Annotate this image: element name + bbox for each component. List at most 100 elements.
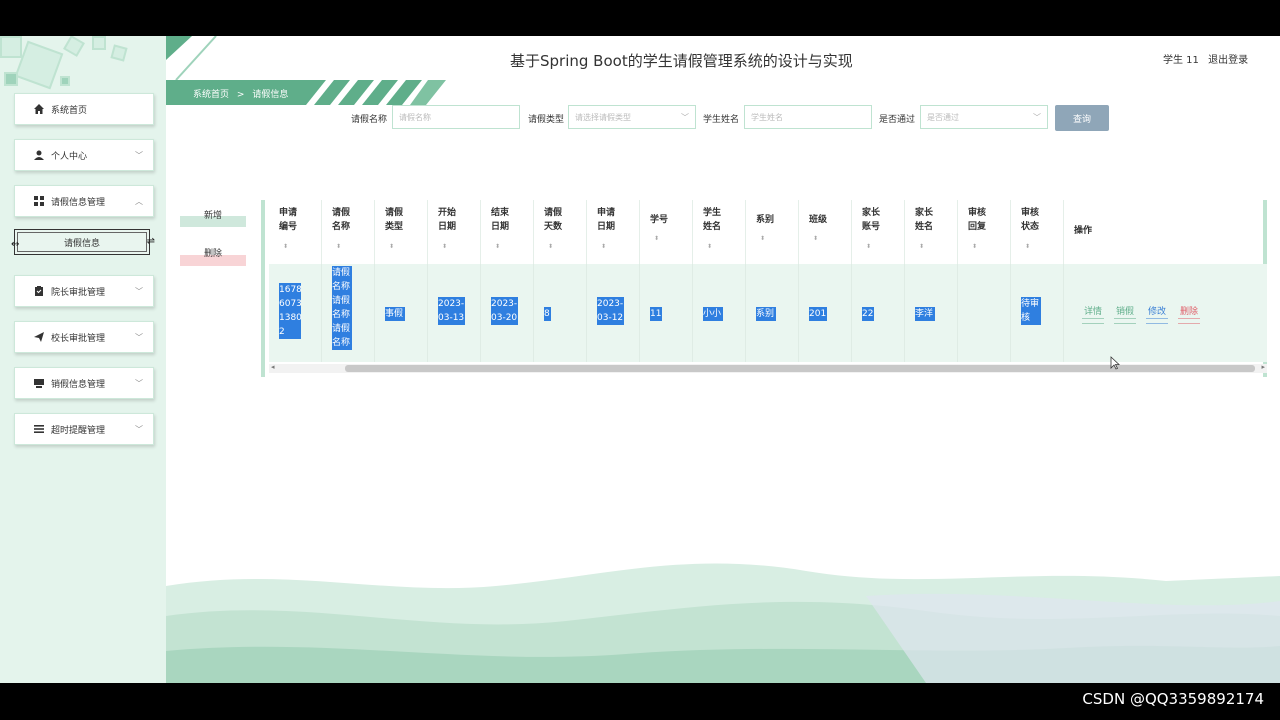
sidebar: 系统首页 个人中心 ﹀ 请假信息管理 ︿ ↔ 请假信息 ⇌ 院长审批管理 ﹀ 校…: [0, 36, 166, 683]
sort-icon[interactable]: ⬍: [548, 240, 553, 254]
sort-icon[interactable]: ⬍: [654, 232, 659, 246]
delete-row-button[interactable]: 删除: [1177, 304, 1201, 324]
col-header[interactable]: 学生 姓名 ⬍: [693, 200, 746, 264]
cell-parent-account: 22: [852, 264, 905, 362]
cell-text: 请假: [332, 324, 351, 334]
sidebar-item-leave-info[interactable]: 请假信息管理 ︿: [14, 185, 154, 217]
cell-text: 2023-: [438, 299, 465, 309]
cell-text: 2023-: [597, 299, 624, 309]
cell-status: 待审 核: [1011, 264, 1064, 362]
sort-icon[interactable]: ⬍: [283, 240, 288, 254]
decoration: [110, 44, 128, 62]
clipboard-icon: [33, 285, 45, 297]
cell-text: 2023-: [491, 299, 518, 309]
query-button[interactable]: 查询: [1055, 105, 1109, 131]
detail-button[interactable]: 详情: [1081, 304, 1105, 324]
col-header: 操作: [1064, 200, 1267, 264]
add-button[interactable]: 新增: [180, 211, 246, 227]
col-header[interactable]: 系别 ⬍: [746, 200, 799, 264]
col-header[interactable]: 请假 名称 ⬍: [322, 200, 375, 264]
col-header[interactable]: 家长 账号 ⬍: [852, 200, 905, 264]
sidebar-item-dean-approval[interactable]: 院长审批管理 ﹀: [14, 275, 154, 307]
sort-icon[interactable]: ⬍: [972, 240, 977, 254]
sort-icon[interactable]: ⬍: [813, 232, 818, 246]
cell-days: 8: [534, 264, 587, 362]
cell-text: 1380: [279, 313, 302, 323]
sidebar-item-label: 销假信息管理: [51, 379, 106, 390]
pass-select[interactable]: 是否通过 ﹀: [920, 105, 1048, 129]
sort-icon[interactable]: ⬍: [389, 240, 394, 254]
cell-id: 1678 6073 1380 2: [269, 264, 322, 362]
leave-type-select[interactable]: 请选择请假类型 ﹀: [568, 105, 696, 129]
delete-button[interactable]: 删除: [180, 249, 246, 266]
edit-button[interactable]: 修改: [1145, 304, 1169, 324]
sort-icon[interactable]: ⬍: [1025, 240, 1030, 254]
sidebar-item-timeout-reminder[interactable]: 超时提醒管理 ﹀: [14, 413, 154, 445]
col-header[interactable]: 审核 状态 ⬍: [1011, 200, 1064, 264]
cell-apply-date: 2023- 03-12: [587, 264, 640, 362]
cell-text: 核: [1021, 313, 1031, 323]
cell-end-date: 2023- 03-20: [481, 264, 534, 362]
cell-type: 事假: [375, 264, 428, 362]
sort-icon[interactable]: ⬍: [336, 240, 341, 254]
col-header-text: 日期: [597, 222, 616, 232]
sort-icon[interactable]: ⬍: [760, 232, 765, 246]
sidebar-item-home[interactable]: 系统首页: [14, 93, 154, 125]
sidebar-item-principal-approval[interactable]: 校长审批管理 ﹀: [14, 321, 154, 353]
cell-text: 请假: [332, 268, 351, 278]
col-header-text: 开始: [438, 208, 457, 218]
add-button-label: 新增: [203, 211, 222, 221]
scroll-right-icon[interactable]: ▸: [1261, 363, 1265, 371]
col-header[interactable]: 结束 日期 ⬍: [481, 200, 534, 264]
col-header[interactable]: 申请 编号 ⬍: [269, 200, 322, 264]
table-row[interactable]: 1678 6073 1380 2 请假 名称 请假 名称 请假 名称 事假 20…: [269, 264, 1267, 362]
col-header-text: 请假: [332, 208, 351, 218]
col-header[interactable]: 请假 类型 ⬍: [375, 200, 428, 264]
logout-link[interactable]: 退出登录: [1208, 55, 1248, 66]
col-header-text: 请假: [385, 208, 404, 218]
leave-type-label: 请假类型: [528, 115, 565, 125]
sort-icon[interactable]: ⬍: [707, 240, 712, 254]
cell-student-name: 小小: [693, 264, 746, 362]
col-header[interactable]: 开始 日期 ⬍: [428, 200, 481, 264]
decoration: [63, 36, 85, 57]
scroll-left-icon[interactable]: ◂: [271, 363, 275, 371]
sidebar-item-profile[interactable]: 个人中心 ﹀: [14, 139, 154, 171]
grid-icon: [33, 195, 45, 207]
col-header[interactable]: 班级 ⬍: [799, 200, 852, 264]
pass-label: 是否通过: [879, 115, 916, 125]
cell-text: 03-13: [438, 313, 465, 323]
breadcrumb-home[interactable]: 系统首页: [193, 90, 229, 100]
sort-icon[interactable]: ⬍: [495, 240, 500, 254]
breadcrumb-current: 请假信息: [252, 90, 289, 100]
table-header: 申请 编号 ⬍ 请假 名称 ⬍ 请假 类型 ⬍ 开始 日期 ⬍ 结束 日期 ⬍ 请假 天数 ⬍ 申请 日期…: [269, 200, 1267, 264]
resize-arrow-icon: ↔: [11, 239, 20, 250]
breadcrumb: 系统首页 > 请假信息: [193, 87, 288, 100]
chevron-up-icon: ︿: [135, 197, 143, 206]
send-icon: [33, 331, 45, 343]
leave-name-placeholder: 请假名称: [399, 113, 431, 122]
col-header[interactable]: 请假 天数 ⬍: [534, 200, 587, 264]
col-header[interactable]: 审核 回复 ⬍: [958, 200, 1011, 264]
sort-icon[interactable]: ⬍: [442, 240, 447, 254]
leave-name-input[interactable]: 请假名称: [392, 105, 520, 129]
user-area: 学生 11 退出登录: [1163, 51, 1254, 66]
cell-text: 小小: [703, 307, 723, 321]
sidebar-subitem-leave-info[interactable]: ↔ 请假信息 ⇌: [11, 229, 155, 255]
sidebar-item-label: 校长审批管理: [51, 333, 106, 344]
cell-text: 名称: [332, 310, 351, 320]
col-header-text: 学生: [703, 208, 722, 218]
student-name-input[interactable]: 学生姓名: [744, 105, 872, 129]
col-header[interactable]: 家长 姓名 ⬍: [905, 200, 958, 264]
col-header-text: 操作: [1074, 226, 1093, 236]
col-header-text: 编号: [279, 222, 298, 232]
sidebar-item-cancel-leave[interactable]: 销假信息管理 ﹀: [14, 367, 154, 399]
sort-icon[interactable]: ⬍: [919, 240, 924, 254]
sort-icon[interactable]: ⬍: [866, 240, 871, 254]
col-header[interactable]: 学号 ⬍: [640, 200, 693, 264]
cancel-leave-button[interactable]: 销假: [1113, 304, 1137, 324]
cell-text: 名称: [332, 282, 351, 292]
sort-icon[interactable]: ⬍: [601, 240, 606, 254]
col-header[interactable]: 申请 日期 ⬍: [587, 200, 640, 264]
monitor-icon: [33, 377, 45, 389]
